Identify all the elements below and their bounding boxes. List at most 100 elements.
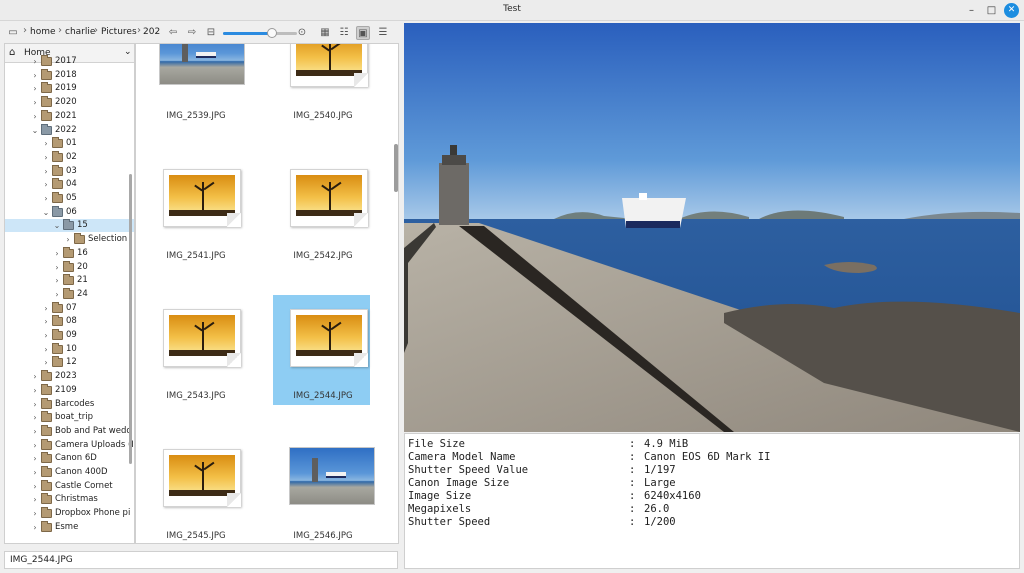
tree-item[interactable]: › 2017 (5, 55, 134, 68)
forward-arrow-icon[interactable]: ⇨ (185, 26, 199, 40)
tree-item[interactable]: › Castle Cornet (5, 479, 134, 493)
thumbnail-item[interactable]: IMG_2540.JPG (273, 44, 370, 125)
tree-item[interactable]: › 2018 (5, 68, 134, 82)
zoom-slider[interactable] (223, 28, 297, 38)
chevron-right-icon[interactable]: › (42, 192, 50, 205)
chevron-right-icon[interactable]: › (31, 384, 39, 397)
tree-item[interactable]: › Selection (5, 233, 134, 246)
thumbnail-item[interactable]: IMG_2539.JPG (146, 44, 245, 125)
chevron-right-icon[interactable]: › (53, 247, 61, 260)
tree-item[interactable]: › 2020 (5, 96, 134, 109)
chevron-right-icon[interactable]: › (64, 233, 72, 246)
grid-scrollbar[interactable] (394, 144, 398, 192)
tree-item[interactable]: › 2023 (5, 370, 134, 383)
chevron-right-icon[interactable]: › (42, 151, 50, 164)
chevron-right-icon[interactable]: › (53, 274, 61, 287)
chevron-right-icon[interactable]: › (31, 521, 39, 534)
zoom-out-icon[interactable]: ⊟ (204, 26, 218, 40)
tree-scrollbar[interactable] (129, 174, 132, 464)
close-icon[interactable]: ✕ (1004, 3, 1019, 18)
chevron-right-icon[interactable]: › (31, 411, 39, 424)
chevron-right-icon[interactable]: › (31, 452, 39, 465)
chevron-right-icon[interactable]: › (31, 398, 39, 411)
tree-item[interactable]: › 2109 (5, 383, 134, 397)
minimize-icon[interactable]: – (964, 3, 979, 18)
tree-item[interactable]: › 04 (5, 178, 134, 191)
tree-item[interactable]: › 2019 (5, 82, 134, 95)
image-view-icon[interactable]: ▣ (356, 26, 370, 40)
tree-item[interactable]: › 05 (5, 192, 134, 205)
tree-item[interactable]: › 16 (5, 246, 134, 260)
chevron-right-icon[interactable]: › (42, 343, 50, 356)
tree-item[interactable]: › 08 (5, 315, 134, 328)
breadcrumb-year[interactable]: 202 (143, 27, 160, 37)
chevron-right-icon[interactable]: › (53, 261, 61, 274)
chevron-down-icon[interactable]: ⌄ (31, 124, 39, 137)
tree-item[interactable]: › 24 (5, 287, 134, 301)
tree-item[interactable]: › 10 (5, 342, 134, 356)
breadcrumb-charlie[interactable]: charlie (65, 27, 95, 37)
chevron-right-icon[interactable]: › (42, 315, 50, 328)
thumbnail-item[interactable]: IMG_2542.JPG (273, 155, 370, 265)
chevron-down-icon[interactable]: ⌄ (42, 206, 50, 219)
chevron-right-icon[interactable]: › (31, 82, 39, 95)
zoom-slider-handle[interactable] (266, 28, 277, 38)
thumbnail-item[interactable]: IMG_2544.JPG (273, 295, 370, 405)
chevron-right-icon[interactable]: › (42, 178, 50, 191)
tree-item[interactable]: › 01 (5, 137, 134, 150)
zoom-reset-icon[interactable]: ⊙ (295, 26, 309, 40)
tree-item[interactable]: › 2021 (5, 109, 134, 123)
chevron-right-icon[interactable]: › (53, 288, 61, 301)
detail-view-icon[interactable]: ☰ (376, 26, 390, 40)
tree-item[interactable]: ⌄ 2022 (5, 123, 134, 137)
chevron-right-icon[interactable]: › (42, 356, 50, 369)
breadcrumb-home[interactable]: home (30, 27, 56, 37)
chevron-right-icon[interactable]: › (42, 165, 50, 178)
chevron-right-icon[interactable]: › (31, 425, 39, 438)
back-arrow-icon[interactable]: ⇦ (166, 26, 180, 40)
tree-item[interactable]: ⌄ 15 (5, 219, 134, 233)
tree-item[interactable]: › 02 (5, 150, 134, 164)
chevron-right-icon[interactable]: › (31, 370, 39, 383)
grid-view-icon[interactable]: ▦ (318, 26, 332, 40)
chevron-right-icon[interactable]: › (31, 96, 39, 109)
tree-item[interactable]: › 20 (5, 260, 134, 274)
tree-item[interactable]: › 21 (5, 274, 134, 287)
thumbnail-item[interactable]: IMG_2543.JPG (146, 295, 243, 405)
list-view-icon[interactable]: ☷ (337, 26, 351, 40)
tree-item[interactable]: › Camera Uploads (I (5, 438, 134, 452)
chevron-right-icon[interactable]: › (42, 137, 50, 150)
chevron-right-icon[interactable]: › (31, 55, 39, 68)
tree-item[interactable]: › 12 (5, 356, 134, 369)
tree-item[interactable]: › Barcodes (5, 397, 134, 411)
tree-item[interactable]: › Esme (5, 520, 134, 534)
maximize-icon[interactable]: □ (984, 3, 999, 18)
chevron-right-icon[interactable]: › (31, 439, 39, 452)
computer-icon[interactable]: ▭ (6, 26, 20, 40)
chevron-down-icon[interactable]: ⌄ (53, 219, 61, 232)
chevron-right-icon[interactable]: › (31, 466, 39, 479)
tree-item[interactable]: › Dropbox Phone pi (5, 507, 134, 520)
thumbnail-item[interactable]: IMG_2546.JPG (273, 435, 375, 543)
tree-item[interactable]: › Canon 6D (5, 452, 134, 465)
thumbnail-item[interactable]: IMG_2545.JPG (146, 435, 243, 543)
tree-item[interactable]: › 09 (5, 329, 134, 342)
tree-item[interactable]: › Bob and Pat wedd (5, 424, 134, 438)
chevron-right-icon[interactable]: › (31, 110, 39, 123)
chevron-right-icon[interactable]: › (31, 69, 39, 82)
tree-item[interactable]: › 07 (5, 301, 134, 315)
breadcrumb-pictures[interactable]: Pictures (101, 27, 137, 37)
status-filename-field[interactable]: IMG_2544.JPG (4, 551, 398, 569)
tree-item[interactable]: › boat_trip (5, 411, 134, 424)
chevron-right-icon[interactable]: › (42, 329, 50, 342)
image-preview[interactable] (404, 23, 1020, 432)
chevron-right-icon[interactable]: › (42, 302, 50, 315)
tree-item[interactable]: › Christmas (5, 493, 134, 506)
chevron-right-icon[interactable]: › (31, 493, 39, 506)
tree-item[interactable]: › 03 (5, 164, 134, 178)
thumbnail-item[interactable]: IMG_2541.JPG (146, 155, 243, 265)
tree-item[interactable]: ⌄ 06 (5, 205, 134, 219)
chevron-right-icon[interactable]: › (31, 507, 39, 520)
chevron-right-icon[interactable]: › (31, 480, 39, 493)
tree-item[interactable]: › Canon 400D (5, 466, 134, 479)
